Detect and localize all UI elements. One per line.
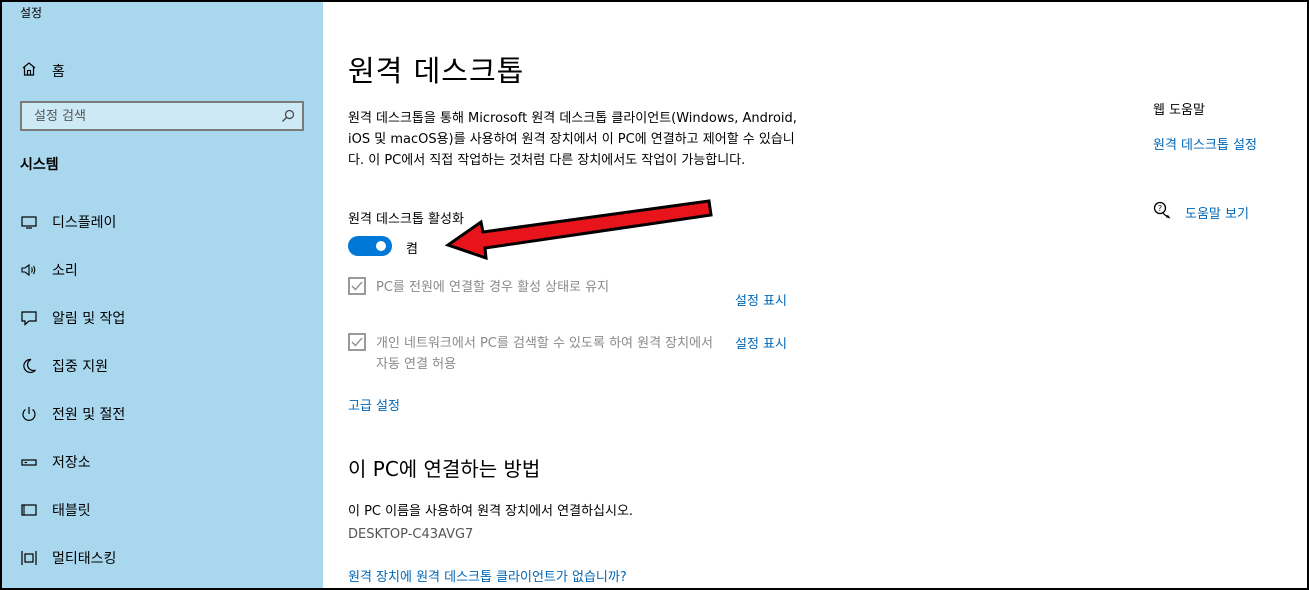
help-chat-icon: ? bbox=[1153, 201, 1171, 223]
keep-awake-option: PC를 전원에 연결할 경우 활성 상태로 유지 bbox=[348, 277, 716, 298]
page-title: 원격 데스크톱 bbox=[348, 54, 525, 88]
home-label: 홈 bbox=[52, 64, 65, 80]
tablet-icon bbox=[20, 501, 38, 519]
web-help-title: 웹 도움말 bbox=[1153, 103, 1205, 118]
notification-icon bbox=[20, 309, 38, 327]
search-box[interactable] bbox=[20, 101, 304, 131]
sidebar-item-multitasking[interactable]: 멀티태스킹 bbox=[20, 546, 116, 570]
sidebar-item-notifications[interactable]: 알림 및 작업 bbox=[20, 306, 125, 330]
sidebar-item-display[interactable]: 디스플레이 bbox=[20, 210, 116, 234]
moon-icon bbox=[20, 357, 38, 375]
sidebar-item-focus-assist[interactable]: 집중 지원 bbox=[20, 354, 108, 378]
checkmark-icon bbox=[351, 337, 363, 347]
description-text: 원격 데스크톱을 통해 Microsoft 원격 데스크톱 클라이언트(Wind… bbox=[348, 111, 797, 168]
display-icon bbox=[20, 213, 38, 231]
remote-desktop-settings-help-link[interactable]: 원격 데스크톱 설정 bbox=[1153, 134, 1257, 153]
discoverable-option: 개인 네트워크에서 PC를 검색할 수 있도록 하여 원격 장치에서 자동 연결… bbox=[348, 333, 716, 375]
sidebar-item-power[interactable]: 전원 및 절전 bbox=[20, 402, 125, 426]
advanced-settings-link[interactable]: 고급 설정 bbox=[348, 395, 400, 414]
sidebar: 설정 홈 시스템 디스플레이 소리 알림 및 작업 bbox=[2, 2, 323, 588]
pc-name: DESKTOP-C43AVG7 bbox=[348, 527, 474, 542]
connect-heading: 이 PC에 연결하는 방법 bbox=[348, 457, 541, 481]
storage-icon bbox=[20, 453, 38, 471]
settings-window: 설정 홈 시스템 디스플레이 소리 알림 및 작업 bbox=[0, 0, 1309, 590]
toggle-knob bbox=[376, 241, 386, 251]
get-help-row[interactable]: ? 도움말 보기 bbox=[1153, 201, 1249, 223]
discoverable-label: 개인 네트워크에서 PC를 검색할 수 있도록 하여 원격 장치에서 자동 연결… bbox=[376, 336, 714, 372]
main-content: 원격 데스크톱 원격 데스크톱을 통해 Microsoft 원격 데스크톱 클라… bbox=[323, 2, 1307, 588]
multitasking-icon bbox=[20, 549, 38, 567]
sidebar-item-sound[interactable]: 소리 bbox=[20, 258, 78, 282]
home-nav-item[interactable]: 홈 bbox=[20, 60, 65, 82]
connect-description: 이 PC 이름을 사용하여 원격 장치에서 연결하십시오. bbox=[348, 504, 634, 519]
window-title: 설정 bbox=[20, 6, 43, 20]
checkmark-icon bbox=[351, 281, 363, 291]
sidebar-item-label: 저장소 bbox=[52, 455, 91, 471]
svg-text:?: ? bbox=[1158, 204, 1162, 213]
sidebar-item-label: 멀티태스킹 bbox=[52, 551, 117, 567]
power-icon bbox=[20, 405, 38, 423]
home-icon bbox=[20, 60, 38, 82]
sidebar-item-tablet[interactable]: 태블릿 bbox=[20, 498, 91, 522]
discoverable-checkbox[interactable] bbox=[348, 333, 366, 351]
sidebar-item-label: 소리 bbox=[52, 263, 78, 279]
get-help-link[interactable]: 도움말 보기 bbox=[1185, 203, 1249, 222]
sidebar-item-label: 태블릿 bbox=[52, 503, 91, 519]
sidebar-item-storage[interactable]: 저장소 bbox=[20, 450, 91, 474]
keep-awake-label: PC를 전원에 연결할 경우 활성 상태로 유지 bbox=[376, 280, 610, 295]
toggle-state-text: 켬 bbox=[406, 242, 418, 257]
show-settings-link-1[interactable]: 설정 표시 bbox=[735, 290, 787, 309]
keep-awake-checkbox[interactable] bbox=[348, 277, 366, 295]
remote-desktop-toggle[interactable] bbox=[348, 236, 392, 256]
enable-remote-desktop-label: 원격 데스크톱 활성화 bbox=[348, 212, 464, 227]
search-icon[interactable] bbox=[280, 108, 296, 124]
search-input[interactable] bbox=[32, 107, 280, 125]
sidebar-item-label: 알림 및 작업 bbox=[52, 311, 126, 327]
sidebar-item-label: 디스플레이 bbox=[52, 215, 117, 231]
speaker-icon bbox=[20, 261, 38, 279]
no-client-link[interactable]: 원격 장치에 원격 데스크톱 클라이언트가 없습니까? bbox=[348, 566, 627, 585]
section-title-system: 시스템 bbox=[20, 157, 59, 173]
show-settings-link-2[interactable]: 설정 표시 bbox=[735, 333, 787, 352]
sidebar-item-label: 전원 및 절전 bbox=[52, 407, 126, 423]
sidebar-item-label: 집중 지원 bbox=[52, 359, 108, 375]
